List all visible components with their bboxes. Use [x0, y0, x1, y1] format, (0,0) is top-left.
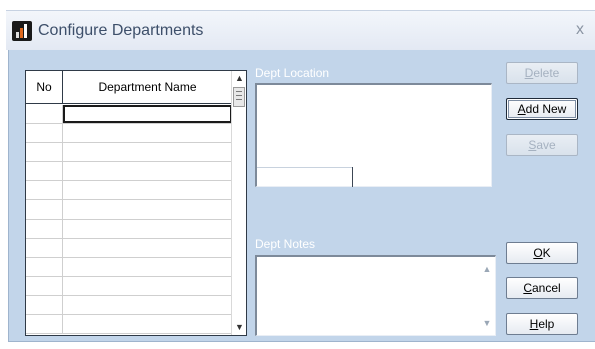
notes-scrollbar[interactable]: ▲ ▼ — [479, 257, 495, 335]
table-row[interactable] — [26, 200, 232, 220]
cancel-button[interactable]: Cancel — [506, 277, 578, 299]
table-row[interactable] — [26, 219, 232, 239]
scroll-down-icon[interactable]: ▼ — [232, 320, 247, 335]
cell-department-name[interactable] — [63, 181, 232, 199]
cell-no[interactable] — [26, 276, 63, 295]
cell-no[interactable] — [26, 181, 63, 200]
field-divider — [352, 167, 353, 187]
table-row[interactable] — [26, 257, 232, 277]
column-header-department-name[interactable]: Department Name — [63, 71, 232, 104]
table-row[interactable] — [26, 124, 232, 144]
table-row[interactable] — [26, 315, 232, 335]
notes-scroll-down-icon[interactable]: ▼ — [479, 315, 495, 331]
dept-location-field[interactable] — [255, 83, 492, 187]
cell-department-name[interactable] — [63, 239, 232, 257]
dept-notes-label: Dept Notes — [255, 237, 316, 251]
cell-no[interactable] — [26, 162, 63, 181]
cell-department-name[interactable] — [63, 143, 232, 161]
grid-body — [26, 105, 232, 335]
dialog-client-area: No Department Name ▲ ▼ Dept Location Dep… — [8, 50, 595, 342]
cell-department-name[interactable] — [63, 162, 232, 180]
cell-department-name[interactable] — [63, 105, 232, 124]
cell-department-name[interactable] — [63, 220, 232, 238]
table-row[interactable] — [26, 295, 232, 316]
grid-vertical-scrollbar[interactable]: ▲ ▼ — [231, 71, 246, 335]
configure-departments-window: Configure Departments x No Department Na… — [0, 0, 595, 349]
help-button[interactable]: Help — [506, 313, 578, 335]
title-bar[interactable]: Configure Departments x — [6, 10, 595, 50]
grid-header: No Department Name — [26, 71, 232, 104]
table-row[interactable] — [26, 238, 232, 258]
cell-department-name[interactable] — [63, 296, 232, 314]
delete-button[interactable]: Delete — [506, 62, 578, 84]
cell-no[interactable] — [26, 295, 63, 315]
cell-department-name[interactable] — [63, 124, 232, 142]
dept-notes-field[interactable]: ▲ ▼ — [255, 255, 496, 336]
column-header-no[interactable]: No — [26, 71, 63, 104]
cell-department-name[interactable] — [63, 258, 232, 276]
app-chart-icon — [12, 21, 32, 41]
table-row[interactable] — [26, 276, 232, 296]
cell-no[interactable] — [26, 219, 63, 238]
table-row[interactable] — [26, 162, 232, 182]
departments-grid[interactable]: No Department Name ▲ ▼ — [25, 70, 247, 336]
close-icon[interactable]: x — [571, 20, 589, 40]
cell-no[interactable] — [26, 124, 63, 143]
scroll-thumb[interactable] — [233, 87, 245, 107]
add-new-button[interactable]: Add New — [506, 98, 578, 120]
table-row[interactable] — [26, 105, 232, 125]
cell-no[interactable] — [26, 238, 63, 257]
scroll-up-icon[interactable]: ▲ — [232, 71, 247, 86]
cell-department-name[interactable] — [63, 315, 232, 333]
cell-no[interactable] — [26, 315, 63, 334]
dept-location-label: Dept Location — [255, 66, 330, 80]
cell-department-name[interactable] — [63, 277, 232, 295]
notes-scroll-up-icon[interactable]: ▲ — [479, 261, 495, 277]
cell-no[interactable] — [26, 143, 63, 162]
table-row[interactable] — [26, 143, 232, 163]
field-divider — [257, 167, 352, 168]
cell-no[interactable] — [26, 257, 63, 276]
cell-no[interactable] — [26, 200, 63, 219]
save-button[interactable]: Save — [506, 134, 578, 156]
window-title: Configure Departments — [38, 22, 204, 39]
cell-department-name[interactable] — [63, 200, 232, 218]
table-row[interactable] — [26, 181, 232, 201]
cell-no[interactable] — [26, 105, 63, 124]
ok-button[interactable]: OK — [506, 242, 578, 264]
